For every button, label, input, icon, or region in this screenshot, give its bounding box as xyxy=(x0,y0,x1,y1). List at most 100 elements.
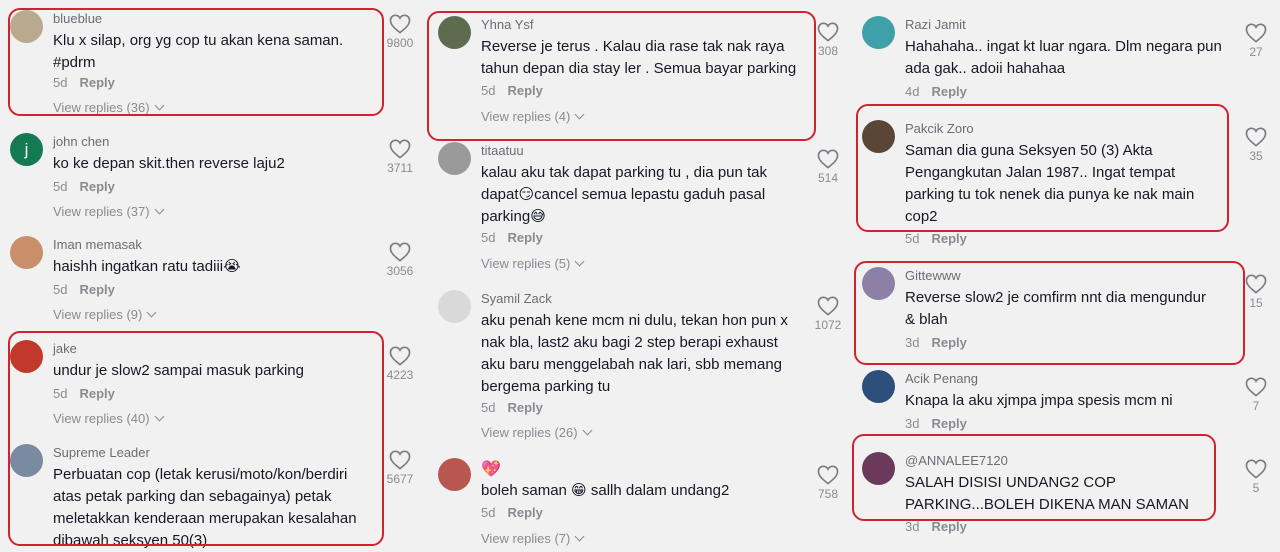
avatar[interactable] xyxy=(10,444,43,477)
reply-button[interactable]: Reply xyxy=(931,335,966,350)
view-replies-link[interactable]: View replies (9) xyxy=(53,307,157,322)
like-count: 5677 xyxy=(386,472,414,486)
view-replies-label: View replies (9) xyxy=(53,307,143,322)
like-button[interactable]: 15 xyxy=(1236,274,1276,310)
comment-meta: 5d Reply xyxy=(481,83,543,98)
comment-text: Reverse slow2 je comfirm nnt dia mengund… xyxy=(905,289,1206,328)
like-button[interactable]: 308 xyxy=(808,22,848,58)
comment-username[interactable]: Iman memasak xyxy=(53,237,142,252)
like-button[interactable]: 3711 xyxy=(380,139,420,175)
like-button[interactable]: 7 xyxy=(1236,377,1276,413)
chevron-down-icon xyxy=(574,109,585,120)
like-count: 3711 xyxy=(387,161,413,175)
reply-button[interactable]: Reply xyxy=(507,505,542,520)
comment-username[interactable]: @ANNALEE7120 xyxy=(905,453,1008,468)
like-button[interactable]: 3056 xyxy=(380,242,420,278)
avatar[interactable] xyxy=(10,10,43,43)
comment-username[interactable]: Acik Penang xyxy=(905,371,978,386)
reply-button[interactable]: Reply xyxy=(931,84,966,99)
comment-username[interactable]: Yhna Ysf xyxy=(481,17,534,32)
like-count: 27 xyxy=(1249,45,1263,59)
comment-meta: 3d Reply xyxy=(905,519,967,534)
avatar[interactable] xyxy=(862,370,895,403)
comment-time: 5d xyxy=(481,83,496,98)
avatar[interactable] xyxy=(438,16,471,49)
comment-text: undur je slow2 sampai masuk parking xyxy=(53,362,304,379)
avatar[interactable] xyxy=(862,452,895,485)
view-replies-link[interactable]: View replies (5) xyxy=(481,256,585,271)
reply-button[interactable]: Reply xyxy=(931,231,966,246)
comment-username[interactable]: 💖 xyxy=(481,459,501,479)
heart-icon xyxy=(1245,459,1267,479)
view-replies-link[interactable]: View replies (4) xyxy=(481,109,585,124)
like-button[interactable]: 5 xyxy=(1236,459,1276,495)
like-button[interactable]: 27 xyxy=(1236,23,1276,59)
reply-button[interactable]: Reply xyxy=(507,230,542,245)
avatar[interactable] xyxy=(438,290,471,323)
like-button[interactable]: 4223 xyxy=(380,346,420,382)
avatar[interactable] xyxy=(438,142,471,175)
reply-button[interactable]: Reply xyxy=(507,400,542,415)
comment-text: boleh saman 😁 sallh dalam undang2 xyxy=(481,482,730,499)
comment-time: 5d xyxy=(905,231,920,246)
comment-text: haishh ingatkan ratu tadiii😭 xyxy=(53,258,241,275)
like-button[interactable]: 35 xyxy=(1236,127,1276,163)
comment-time: 4d xyxy=(905,84,920,99)
view-replies-link[interactable]: View replies (7) xyxy=(481,531,585,546)
chevron-down-icon xyxy=(154,411,165,422)
avatar[interactable] xyxy=(10,236,43,269)
reply-button[interactable]: Reply xyxy=(507,83,542,98)
view-replies-link[interactable]: View replies (40) xyxy=(53,411,165,426)
view-replies-link[interactable]: View replies (37) xyxy=(53,204,165,219)
avatar[interactable] xyxy=(862,267,895,300)
comment-time: 5d xyxy=(53,282,68,297)
like-count: 4223 xyxy=(386,368,414,382)
like-button[interactable]: 514 xyxy=(808,149,848,185)
comment-username[interactable]: Supreme Leader xyxy=(53,445,150,460)
comment-username[interactable]: titaatuu xyxy=(481,143,524,158)
reply-button[interactable]: Reply xyxy=(931,416,966,431)
avatar[interactable] xyxy=(438,458,471,491)
comment-text: ko ke depan skit.then reverse laju2 xyxy=(53,155,285,172)
reply-button[interactable]: Reply xyxy=(79,75,114,90)
comment-username[interactable]: john chen xyxy=(53,134,109,149)
reply-button[interactable]: Reply xyxy=(79,282,114,297)
reply-button[interactable]: Reply xyxy=(931,519,966,534)
like-count: 308 xyxy=(817,44,839,58)
like-count: 3056 xyxy=(386,264,414,278)
comment-text: SALAH DISISI UNDANG2 COP PARKING...BOLEH… xyxy=(905,474,1189,513)
avatar[interactable] xyxy=(10,340,43,373)
like-button[interactable]: 758 xyxy=(808,465,848,501)
like-button[interactable]: 9800 xyxy=(380,14,420,50)
avatar[interactable] xyxy=(862,120,895,153)
like-count: 5 xyxy=(1252,481,1260,495)
view-replies-link[interactable]: View replies (36) xyxy=(53,100,165,115)
comment-time: 3d xyxy=(905,416,920,431)
like-button[interactable]: 1072 xyxy=(808,296,848,332)
view-replies-label: View replies (26) xyxy=(481,425,578,440)
avatar-letter: j xyxy=(24,139,29,159)
view-replies-label: View replies (36) xyxy=(53,100,150,115)
comment-username[interactable]: Pakcik Zoro xyxy=(905,121,974,136)
comment-username[interactable]: Razi Jamit xyxy=(905,17,966,32)
comment-username[interactable]: Gittewww xyxy=(905,268,961,283)
comment-username[interactable]: Syamil Zack xyxy=(481,291,552,306)
comment-username[interactable]: jake xyxy=(53,341,77,356)
view-replies-label: View replies (5) xyxy=(481,256,571,271)
comment-meta: 3d Reply xyxy=(905,335,967,350)
like-count: 514 xyxy=(817,171,839,185)
heart-icon xyxy=(817,465,839,485)
comment-meta: 5d Reply xyxy=(53,179,115,194)
heart-icon xyxy=(1245,23,1267,43)
chevron-down-icon xyxy=(154,100,165,111)
avatar[interactable]: j xyxy=(10,133,43,166)
like-button[interactable]: 5677 xyxy=(380,450,420,486)
like-count: 7 xyxy=(1252,399,1260,413)
comment-username[interactable]: blueblue xyxy=(53,11,102,26)
reply-button[interactable]: Reply xyxy=(79,386,114,401)
comment-time: 3d xyxy=(905,519,920,534)
reply-button[interactable]: Reply xyxy=(79,179,114,194)
view-replies-link[interactable]: View replies (26) xyxy=(481,425,593,440)
comment-time: 5d xyxy=(481,400,496,415)
avatar[interactable] xyxy=(862,16,895,49)
